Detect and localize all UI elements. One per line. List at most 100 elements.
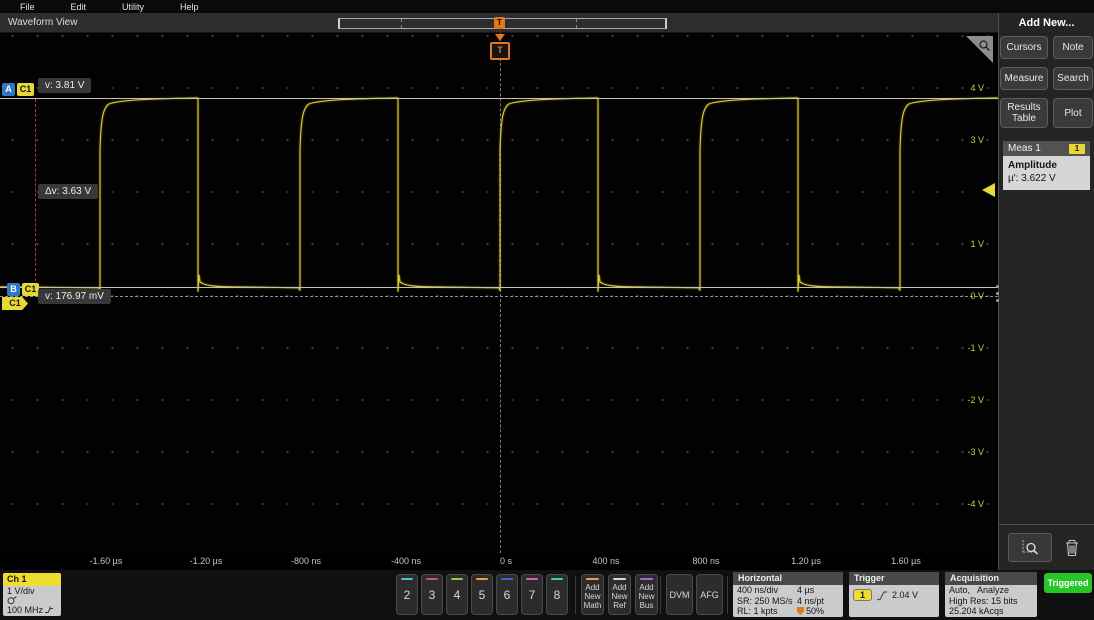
cursor-a-badge[interactable]: A xyxy=(2,83,15,96)
channel-button[interactable]: 8 xyxy=(546,574,568,615)
channel-color-bar xyxy=(501,578,513,580)
zoom-ruler-icon xyxy=(1019,539,1041,557)
channel-number: 4 xyxy=(454,588,461,602)
add-source-button[interactable]: Add New Ref xyxy=(608,574,631,615)
trash-button[interactable] xyxy=(1059,534,1085,561)
record-length: RL: 1 kpts xyxy=(737,606,797,617)
x-axis-label: -400 ns xyxy=(391,556,421,566)
afg-button[interactable]: AFG xyxy=(696,574,723,615)
measurement-card[interactable]: Meas 1 1 Amplitude µ': 3.622 V xyxy=(1003,141,1090,190)
trigger-flag-arrow-icon xyxy=(495,34,505,41)
cursor-a-channel-badge[interactable]: C1 xyxy=(17,83,34,96)
channel-number: 3 xyxy=(429,588,436,602)
channel-button[interactable]: 4 xyxy=(446,574,468,615)
acquisition-count: 25.204 kAcqs xyxy=(945,606,1037,617)
channel-color-bar xyxy=(451,578,463,580)
cursor-a-line[interactable] xyxy=(0,98,998,99)
acquisition-mode: Auto, Analyze xyxy=(945,585,1037,596)
x-axis-label: 0 s xyxy=(500,556,512,566)
rising-edge-icon xyxy=(876,590,888,601)
channel-1-scale: 1 V/div xyxy=(3,586,61,596)
acquisition-title: Acquisition xyxy=(945,572,1037,585)
y-axis-label: -4 V xyxy=(967,499,984,509)
measurement-source-badge: 1 xyxy=(1069,144,1085,154)
menu-item[interactable]: Help xyxy=(180,2,199,12)
ruler-trigger-marker[interactable]: T xyxy=(494,17,505,29)
dvm-button[interactable]: DVM xyxy=(666,574,693,615)
menu-item[interactable]: Edit xyxy=(71,2,87,12)
zoom-tool-button[interactable] xyxy=(1008,533,1052,562)
channel-color-bar xyxy=(476,578,488,580)
channel-color-bar xyxy=(401,578,413,580)
y-axis-label: -1 V xyxy=(967,343,984,353)
channel-button[interactable]: 2 xyxy=(396,574,418,615)
oscilloscope-app: File Edit Utility Help Waveform View T T A … xyxy=(0,0,1094,620)
measurement-type: Amplitude xyxy=(1008,159,1085,172)
menu-item[interactable]: Utility xyxy=(122,2,144,12)
bottom-bar: Ch 1 1 V/div 100 MHz 2 xyxy=(0,570,1094,620)
trigger-panel[interactable]: Trigger 1 2.04 V xyxy=(849,572,939,617)
y-axis-label: 3 V xyxy=(970,135,984,145)
channel-number: 2 xyxy=(404,588,411,602)
add-source-button[interactable]: Add New Bus xyxy=(635,574,658,615)
measurement-value: µ': 3.622 V xyxy=(1008,172,1085,185)
sample-interval: 4 ns/pt xyxy=(797,596,839,607)
cursor-b-badge[interactable]: B xyxy=(7,283,20,296)
add-new-button[interactable]: Plot xyxy=(1053,98,1093,128)
magnifier-icon xyxy=(978,39,991,52)
add-source-button[interactable]: Add New Math xyxy=(581,574,604,615)
add-new-button[interactable]: Note xyxy=(1053,36,1093,59)
x-axis-label: 1.60 µs xyxy=(891,556,921,566)
trigger-title: Trigger xyxy=(849,572,939,585)
divider xyxy=(660,576,661,614)
add-new-buttons: CursorsNoteMeasureSearchResults TablePlo… xyxy=(999,36,1094,128)
horizontal-panel[interactable]: Horizontal 400 ns/div4 µs SR: 250 MS/s4 … xyxy=(733,572,843,617)
record-view-ruler[interactable]: T xyxy=(338,18,667,29)
view-title: Waveform View xyxy=(8,17,77,28)
add-source-label: Add New Bus xyxy=(636,583,657,610)
horizontal-scale: 400 ns/div xyxy=(737,585,797,596)
ruler-tick xyxy=(401,19,402,28)
acquisition-panel[interactable]: Acquisition Auto, Analyze High Res: 15 b… xyxy=(945,572,1037,617)
acquisition-resolution: High Res: 15 bits xyxy=(945,596,1037,607)
y-axis-label: 1 V xyxy=(970,239,984,249)
trigger-level-value: 2.04 V xyxy=(892,590,918,600)
trigger-level-arrow[interactable] xyxy=(982,183,995,197)
trash-icon xyxy=(1064,539,1080,557)
trigger-source-badge: 1 xyxy=(853,589,872,601)
panel-drag-handle[interactable] xyxy=(996,285,999,302)
trigger-flag[interactable]: T xyxy=(490,42,510,60)
sample-rate: SR: 250 MS/s xyxy=(737,596,797,607)
add-new-button[interactable]: Search xyxy=(1053,67,1093,90)
panel-tools xyxy=(999,524,1094,570)
channel-number: 7 xyxy=(529,588,536,602)
cursor-a-readout: v: 3.81 V xyxy=(38,78,91,93)
channel-1-badge[interactable]: Ch 1 1 V/div 100 MHz xyxy=(3,573,61,616)
cursor-b-channel-badge[interactable]: C1 xyxy=(22,283,39,296)
channel-button[interactable]: 6 xyxy=(496,574,518,615)
add-new-button[interactable]: Results Table xyxy=(1000,98,1048,128)
probe-icon xyxy=(7,596,17,605)
channel-number: 5 xyxy=(479,588,486,602)
divider xyxy=(575,576,576,614)
waveform-view-tab-bar: Waveform View T xyxy=(0,13,998,33)
channel-button[interactable]: 5 xyxy=(471,574,493,615)
cursor-b-line[interactable] xyxy=(0,287,998,288)
channel-button[interactable]: 3 xyxy=(421,574,443,615)
waveform-display[interactable]: T A C1 B C1 C1 v: 3.81 V Δv: 3.63 V v: 1… xyxy=(0,33,998,553)
add-source-label: Add New Math xyxy=(582,583,603,610)
cursor-delta-connector xyxy=(35,99,36,286)
position-flag-icon xyxy=(797,607,804,615)
channel-button[interactable]: 7 xyxy=(521,574,543,615)
channel-1-bandwidth: 100 MHz xyxy=(7,605,43,615)
menu-bar: File Edit Utility Help xyxy=(0,0,1094,13)
add-new-source-buttons: Add New Math Add New Ref Add New Bus xyxy=(581,574,658,615)
x-axis-label: 400 ns xyxy=(592,556,619,566)
channel-1-label: Ch 1 xyxy=(3,573,61,586)
measurement-name: Meas 1 xyxy=(1008,143,1041,154)
menu-item[interactable]: File xyxy=(20,2,35,12)
horizontal-title: Horizontal xyxy=(733,572,843,585)
add-new-button[interactable]: Measure xyxy=(1000,67,1048,90)
add-new-button[interactable]: Cursors xyxy=(1000,36,1048,59)
channel-color-bar xyxy=(551,578,563,580)
